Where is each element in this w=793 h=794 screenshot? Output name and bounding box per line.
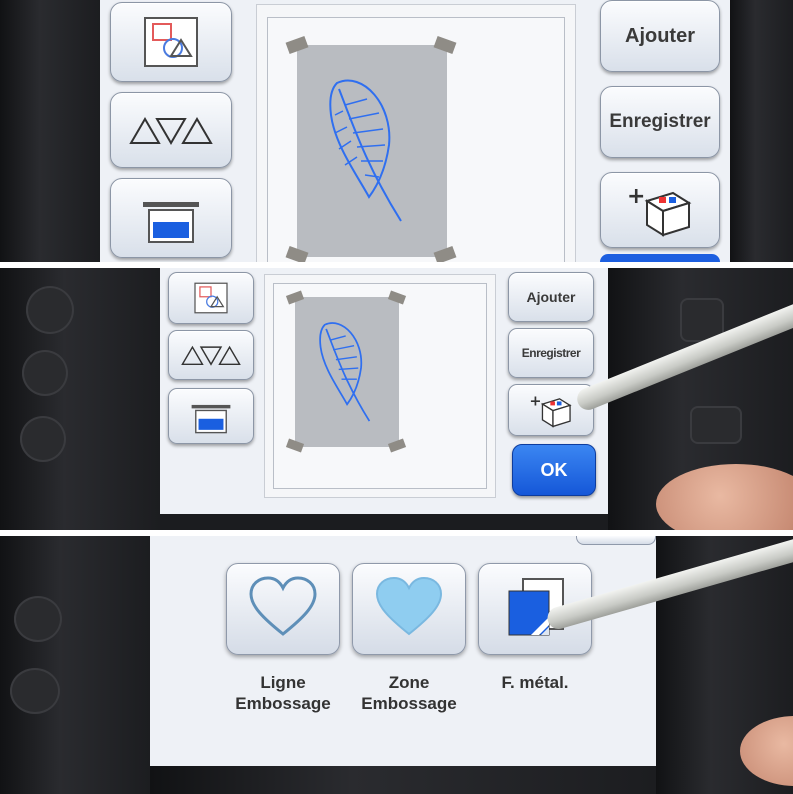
save-button-label: Enregistrer [521,346,581,360]
layout-button[interactable] [110,178,232,258]
triangles-icon [181,344,241,366]
layout-icon [190,398,232,434]
add-box-icon: + [528,392,574,428]
area-emboss-label-line2: Embossage [361,694,457,713]
shapes-button[interactable] [168,272,254,324]
home-icon[interactable] [22,350,68,396]
device-bezel-right [730,0,793,262]
device-bezel-left [0,0,100,262]
settings-icon[interactable] [10,668,60,714]
add-button[interactable]: Ajouter [600,0,720,72]
foil-label: F. métal. [475,672,595,693]
area-emboss-button[interactable] [352,563,466,655]
triangles-icon [129,115,213,145]
home-icon[interactable] [14,596,62,642]
cutting-area[interactable] [264,274,496,498]
feather-design-icon [323,75,409,230]
svg-text:+: + [529,393,541,409]
line-emboss-label-line2: Embossage [235,694,331,713]
settings-icon[interactable] [20,416,66,462]
machine-screen: Ajouter Enregistrer + OK [160,268,608,514]
add-button[interactable]: Ajouter [508,272,594,322]
add-button-label: Ajouter [625,24,695,47]
panel-middle: Ajouter Enregistrer + OK [0,268,793,530]
power-icon[interactable] [26,286,74,334]
device-bezel-left [0,268,160,530]
panel-top: Ajouter Enregistrer + [0,0,793,262]
svg-text:+: + [627,184,645,209]
ok-button-label: OK [540,459,568,480]
layout-icon [141,192,201,244]
mirror-button[interactable] [168,330,254,380]
area-emboss-label: Zone Embossage [349,672,469,714]
top-right-button-edge[interactable] [576,536,656,545]
cutting-area[interactable] [256,4,576,262]
shapes-icon [193,282,229,314]
line-emboss-label: Ligne Embossage [223,672,343,714]
heart-filled-icon [373,576,445,643]
shapes-button[interactable] [110,2,232,82]
device-bezel-bottom [150,766,656,794]
panel-bottom: Ligne Embossage Zone Embossage F. métal. [0,536,793,794]
device-bezel-left [0,536,150,794]
ok-button[interactable]: OK [512,444,596,496]
line-emboss-button[interactable] [226,563,340,655]
feather-design-icon [315,319,375,429]
machine-screen: Ligne Embossage Zone Embossage F. métal. [150,536,656,766]
ok-button-edge[interactable] [600,254,720,262]
mirror-button[interactable] [110,92,232,168]
add-button-label: Ajouter [526,289,576,305]
save-button-label: Enregistrer [609,111,711,132]
save-button[interactable]: Enregistrer [508,328,594,378]
foil-label-line1: F. métal. [501,673,569,692]
add-to-box-button[interactable]: + [600,172,720,248]
add-box-icon: + [625,183,695,237]
machine-screen: Ajouter Enregistrer + [100,0,730,262]
save-button[interactable]: Enregistrer [600,86,720,158]
machine-button-icon[interactable] [690,406,742,444]
layout-button[interactable] [168,388,254,444]
area-emboss-label-line1: Zone [388,673,430,692]
line-emboss-label-line1: Ligne [260,673,306,692]
heart-outline-icon [247,575,319,643]
shapes-icon [143,16,199,68]
